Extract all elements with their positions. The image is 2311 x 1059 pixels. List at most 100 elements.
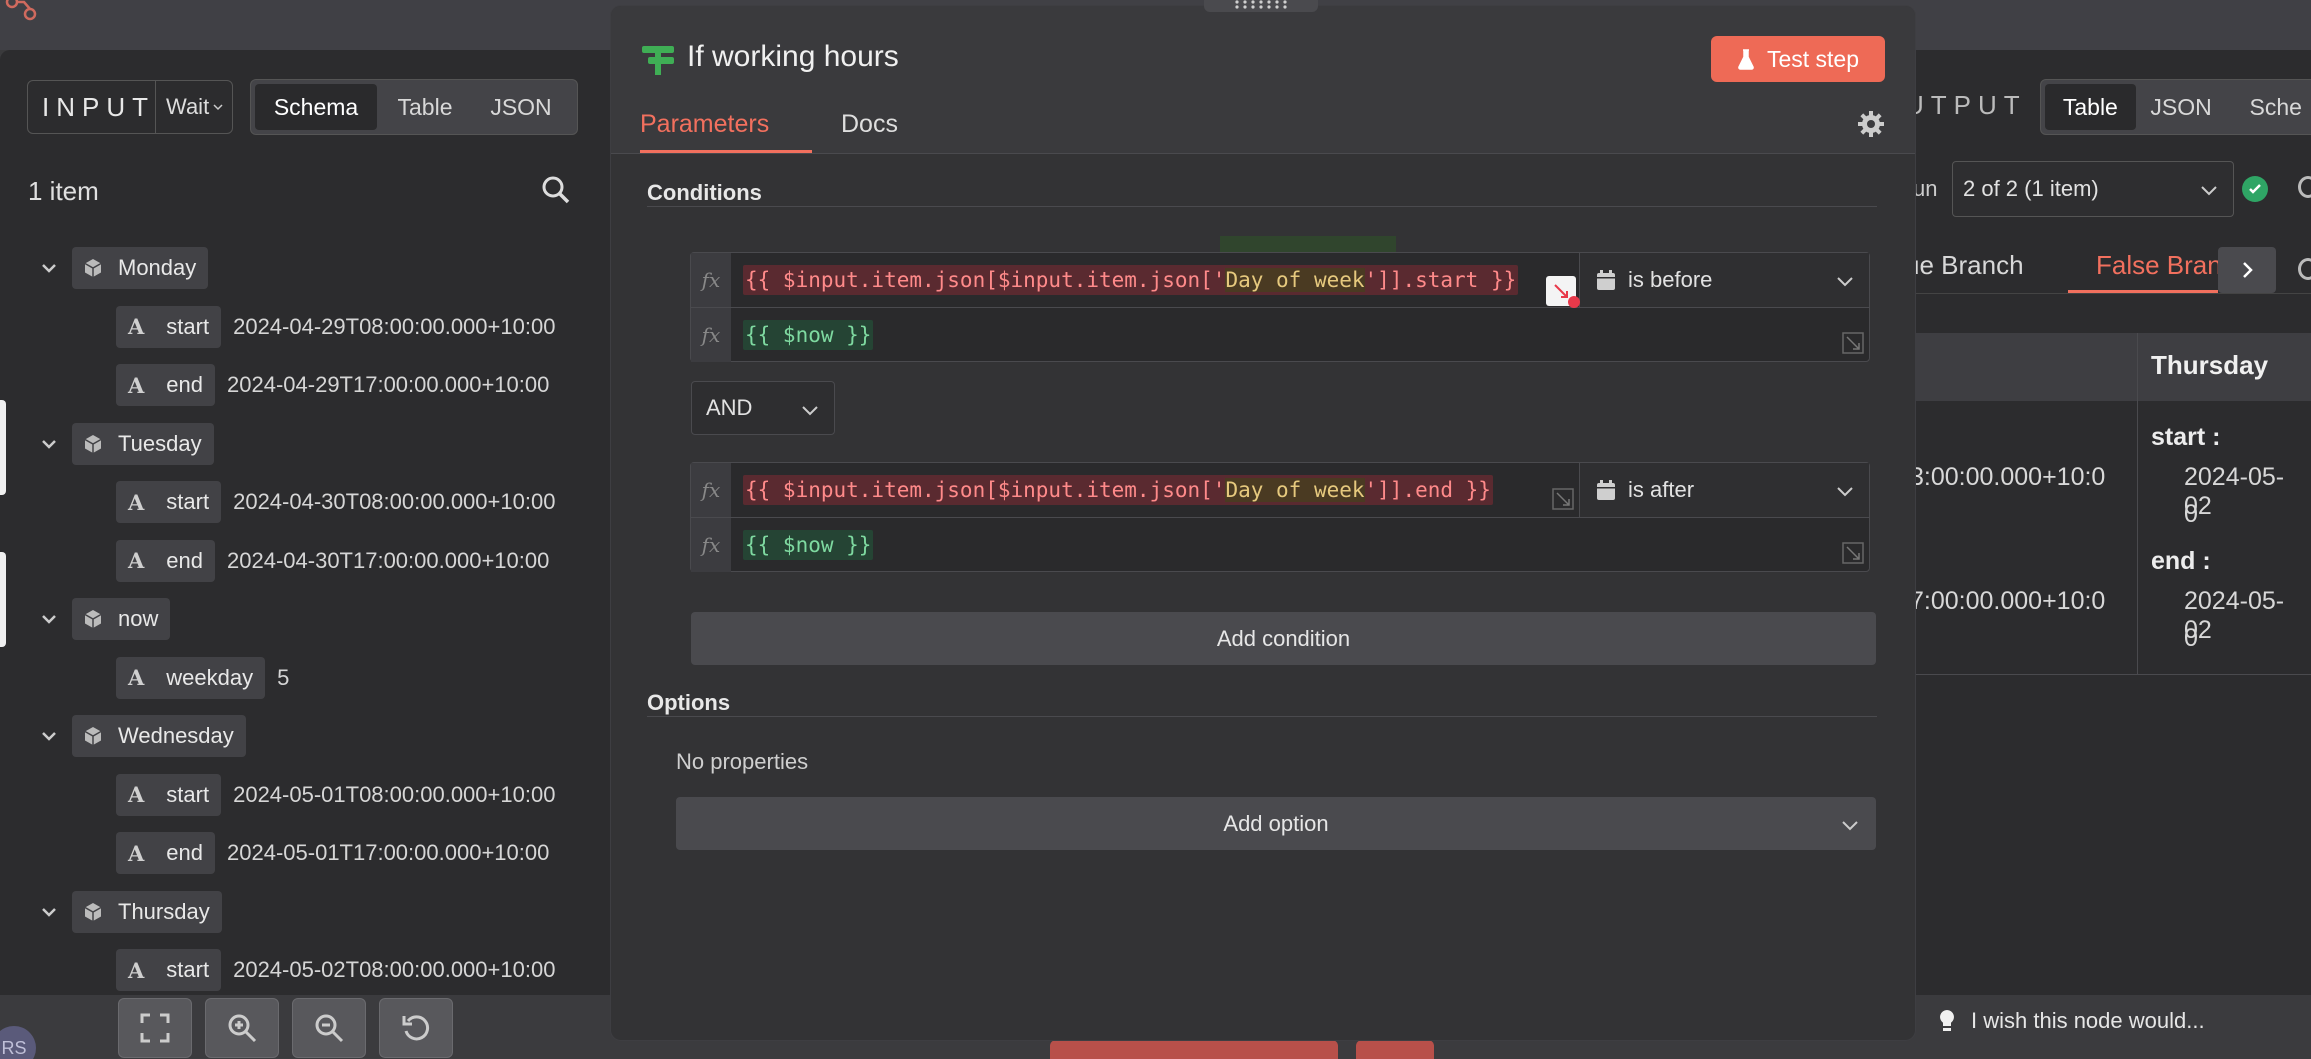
field-chip[interactable]: Astart: [116, 773, 222, 816]
flask-icon: [1738, 49, 1754, 70]
field-key: start: [166, 313, 210, 339]
expand-icon[interactable]: [1841, 331, 1865, 355]
test-step-button[interactable]: Test step: [1711, 36, 1885, 82]
field-value: 2024-04-29T17:00:00.000+10:00: [227, 372, 550, 397]
zoom-in-button[interactable]: [205, 998, 279, 1058]
output-view-schema[interactable]: Sche: [2226, 84, 2311, 130]
output-view-json[interactable]: JSON: [2136, 84, 2227, 130]
output-view-toggle: Table JSON Sche: [2040, 79, 2311, 135]
tree-node-wednesday[interactable]: Wednesday: [38, 715, 246, 757]
drag-handle[interactable]: [1204, 0, 1318, 12]
cell-value: 0: [2184, 624, 2198, 652]
field-key: start: [166, 781, 210, 807]
chevron-down-icon[interactable]: [38, 433, 60, 455]
next-branch-button[interactable]: [2218, 247, 2276, 293]
field-chip[interactable]: Astart: [116, 305, 222, 348]
string-type-icon: A: [128, 314, 145, 339]
tab-docs[interactable]: Docs: [841, 110, 898, 139]
tree-field-start[interactable]: Astart 2024-05-01T08:00:00.000+10:00: [116, 773, 556, 816]
execute-extra-button[interactable]: [1356, 1040, 1434, 1059]
expr-text: ']].end }}: [1364, 478, 1491, 502]
chevron-down-icon[interactable]: [38, 257, 60, 279]
condition-1-right-value[interactable]: {{ $now }}: [731, 308, 1831, 362]
tree-node-now[interactable]: now: [38, 598, 171, 640]
object-name: Monday: [118, 255, 197, 280]
field-chip[interactable]: Astart: [116, 481, 222, 523]
table-cell: 7:00:00.000+10:0: [1910, 587, 2106, 615]
field-key: end: [166, 840, 204, 865]
object-name: Thursday: [118, 898, 210, 924]
string-type-icon: A: [128, 489, 145, 515]
node-title[interactable]: If working hours: [687, 40, 899, 74]
lightbulb-icon: [1940, 1010, 1954, 1031]
object-chip: Thursday: [72, 890, 222, 933]
chevron-down-icon[interactable]: [38, 608, 60, 630]
chevron-right-icon: [2243, 262, 2253, 278]
drag-dots-icon: [1235, 0, 1287, 9]
chevron-down-icon[interactable]: [38, 901, 60, 923]
tab-parameters[interactable]: Parameters: [640, 110, 769, 139]
combinator-value: AND: [706, 395, 753, 420]
zoom-in-icon: [228, 1014, 257, 1043]
field-key: start: [166, 957, 210, 982]
combinator-select[interactable]: AND: [691, 381, 835, 435]
tree-field-end[interactable]: Aend 2024-04-29T17:00:00.000+10:00: [116, 364, 549, 406]
schema-tree: Monday Astart 2024-04-29T08:00:00.000+10:0…: [0, 0, 610, 995]
tree-field-end[interactable]: Aend 2024-04-30T17:00:00.000+10:00: [116, 539, 549, 582]
gear-icon[interactable]: [1857, 110, 1885, 138]
fx-badge: fx: [691, 463, 731, 517]
expr-text: ']].start }}: [1364, 268, 1517, 292]
tree-node-tuesday[interactable]: Tuesday: [38, 422, 214, 465]
add-condition-button[interactable]: Add condition: [691, 612, 1876, 665]
field-key: end: [166, 547, 204, 573]
expr-text: {{ $now }}: [743, 320, 874, 350]
tab-false-branch[interactable]: False Bran: [2096, 250, 2222, 281]
chevron-down-icon[interactable]: [38, 725, 60, 747]
tree-field-start[interactable]: Astart 2024-05-02T08:00:00.000+10:00: [116, 949, 555, 991]
object-name: Wednesday: [118, 723, 234, 748]
tree-field-weekday[interactable]: Aweekday 5: [116, 656, 290, 699]
tree-field-start[interactable]: Astart 2024-04-30T08:00:00.000+10:00: [116, 481, 555, 523]
tab-true-branch[interactable]: ue Branch: [1905, 250, 2024, 281]
add-option-select[interactable]: Add option: [676, 797, 1876, 850]
condition-2-right-value[interactable]: {{ $now }}: [731, 518, 1831, 572]
active-tab-indicator: [640, 150, 812, 153]
avatar-initials: RS: [1, 1037, 27, 1058]
condition-1-left-value[interactable]: {{ $input.item.json[$input.item.json['Da…: [731, 253, 1579, 307]
run-select[interactable]: 2 of 2 (1 item): [1952, 161, 2234, 217]
execute-workflow-button[interactable]: [1050, 1040, 1338, 1059]
cell-key-start: start :: [2151, 423, 2221, 451]
output-view-table[interactable]: Table: [2045, 84, 2136, 130]
tree-field-start[interactable]: Astart 2024-04-29T08:00:00.000+10:00: [116, 305, 555, 348]
condition-2-left-value[interactable]: {{ $input.item.json[$input.item.json['Da…: [731, 463, 1579, 517]
feedback-link[interactable]: I wish this node would...: [1937, 1008, 2205, 1034]
operator-value: is after: [1628, 477, 1695, 502]
condition-2-operator-select[interactable]: is after: [1579, 463, 1869, 517]
expr-string: Day of week: [1225, 268, 1365, 292]
chevron-down-icon: [1837, 277, 1853, 287]
link-icon[interactable]: [2298, 176, 2311, 198]
tree-node-monday[interactable]: Monday: [38, 247, 209, 289]
output-label: UTPUT: [1905, 90, 2027, 120]
reset-zoom-button[interactable]: [379, 998, 453, 1058]
expand-icon[interactable]: [1551, 487, 1575, 511]
feedback-text: I wish this node would...: [1971, 1008, 2205, 1033]
cube-icon: [84, 434, 102, 453]
tree-field-end[interactable]: Aend 2024-05-01T17:00:00.000+10:00: [116, 832, 549, 874]
expand-icon[interactable]: [1841, 541, 1865, 565]
field-chip[interactable]: Aend: [116, 364, 216, 406]
zoom-out-button[interactable]: [292, 998, 366, 1058]
link-icon[interactable]: [2298, 258, 2311, 280]
field-chip[interactable]: Aend: [116, 832, 216, 874]
tree-node-thursday[interactable]: Thursday: [38, 890, 222, 933]
reset-icon: [402, 1015, 430, 1041]
field-value: 2024-05-01T08:00:00.000+10:00: [233, 781, 556, 807]
field-value: 5: [277, 664, 290, 690]
field-chip[interactable]: Astart: [116, 949, 222, 991]
field-chip[interactable]: Aweekday: [116, 656, 266, 699]
condition-1-operator-select[interactable]: is before: [1579, 253, 1869, 307]
field-chip[interactable]: Aend: [116, 539, 216, 582]
fit-view-button[interactable]: [118, 998, 192, 1058]
expr-string: Day of week: [1225, 478, 1365, 502]
condition-row-1: fx {{ $input.item.json[$input.item.json[…: [690, 252, 1870, 362]
